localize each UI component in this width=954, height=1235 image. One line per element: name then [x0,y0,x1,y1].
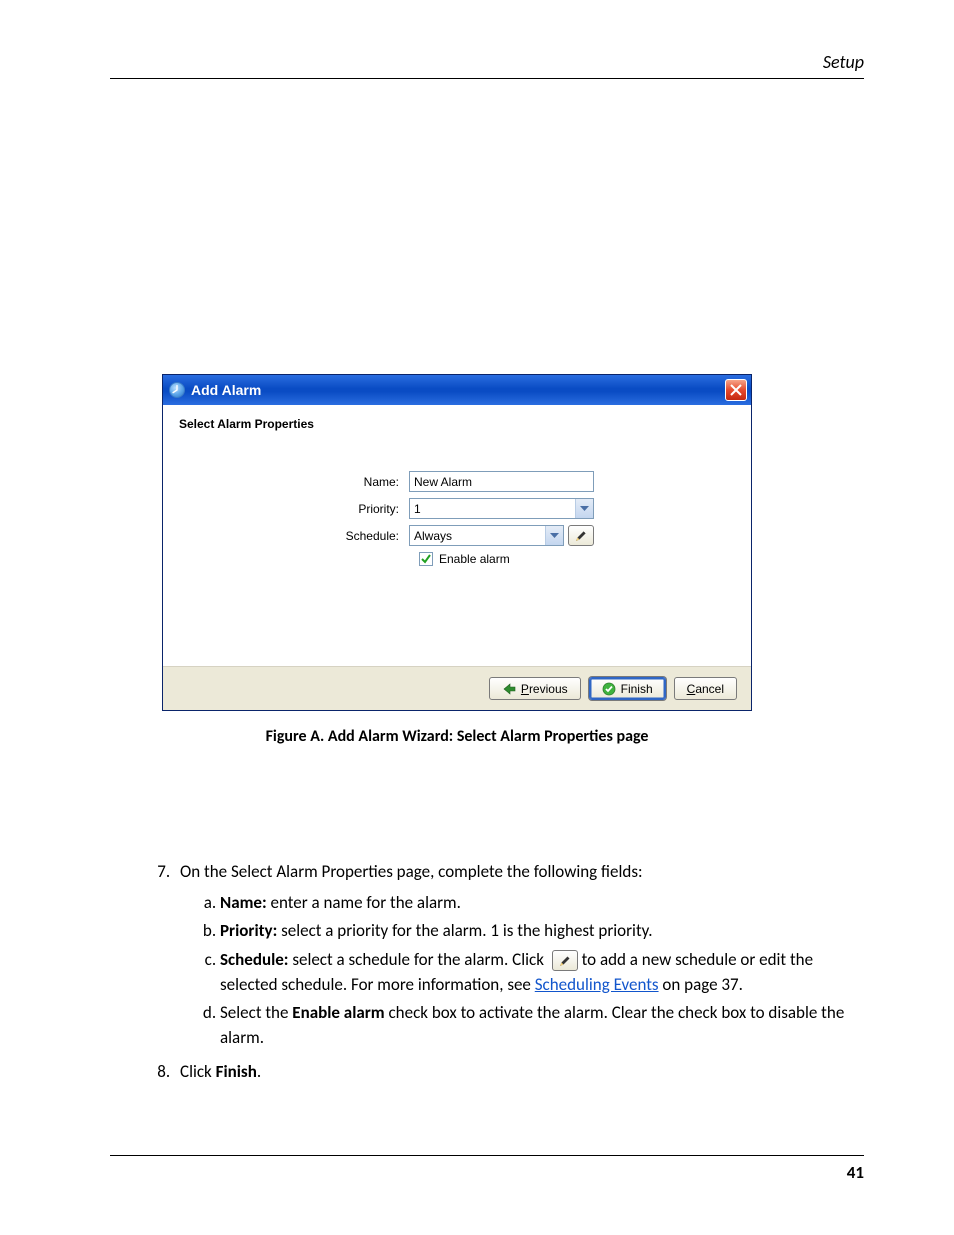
chevron-down-icon[interactable] [545,526,563,545]
priority-label: Priority: [183,502,409,516]
name-label: Name: [183,475,409,489]
page-header: Setup [823,51,864,73]
name-input[interactable] [409,471,594,492]
priority-select[interactable]: 1 [409,498,594,519]
alarm-icon [169,382,185,398]
chevron-down-icon[interactable] [575,499,593,518]
arrow-left-icon [502,682,516,696]
titlebar: Add Alarm [163,375,751,405]
pencil-icon [574,529,588,543]
enable-alarm-checkbox[interactable] [419,552,433,566]
wizard-heading: Select Alarm Properties [179,417,735,431]
previous-button[interactable]: Previous [489,677,581,700]
wizard-header: Select Alarm Properties [163,405,751,461]
edit-schedule-button[interactable] [568,525,594,546]
schedule-select[interactable]: Always [409,525,564,546]
body-text: On the Select Alarm Properties page, com… [112,860,864,1095]
priority-selected-value: 1 [410,499,575,518]
button-bar: Previous Finish Cancel [163,666,751,710]
enable-alarm-label: Enable alarm [439,552,510,566]
cancel-button-label: Cancel [687,682,724,696]
previous-button-label: Previous [521,682,568,696]
form-area: Name: Priority: 1 Schedule: Always [163,461,751,666]
check-circle-icon [602,682,616,696]
edit-schedule-inline-icon [552,950,578,971]
scheduling-events-link[interactable]: Scheduling Events [535,974,659,995]
add-alarm-dialog: Add Alarm Select Alarm Properties Name: … [162,374,752,711]
figure-caption: Figure A. Add Alarm Wizard: Select Alarm… [162,727,752,746]
pencil-icon [558,954,572,968]
dialog-figure: Add Alarm Select Alarm Properties Name: … [162,374,752,746]
schedule-selected-value: Always [410,526,545,545]
titlebar-text: Add Alarm [191,382,261,398]
close-icon[interactable] [725,379,747,401]
finish-button[interactable]: Finish [589,677,666,700]
cancel-button[interactable]: Cancel [674,677,737,700]
page-number: 41 [847,1162,864,1183]
schedule-label: Schedule: [183,529,409,543]
finish-button-label: Finish [621,682,653,696]
